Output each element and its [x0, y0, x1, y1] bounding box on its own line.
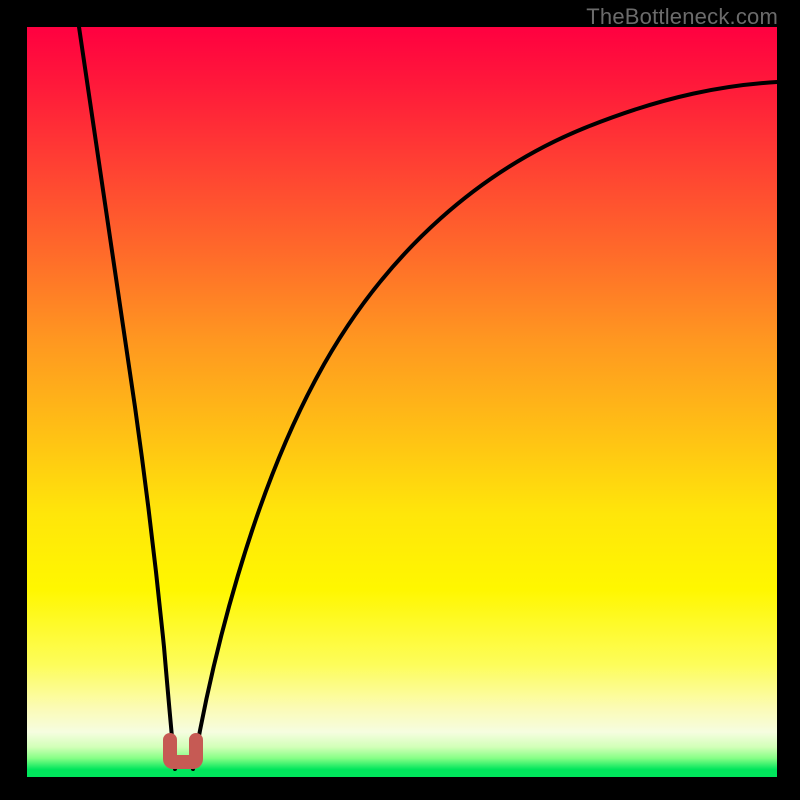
right-curve: [193, 82, 777, 769]
plot-area: [27, 27, 777, 777]
curve-layer: [27, 27, 777, 777]
u-marker-bottom: [163, 755, 203, 769]
chart-frame: TheBottleneck.com: [0, 0, 800, 800]
left-curve: [79, 27, 175, 769]
u-marker: [163, 733, 203, 769]
watermark-text: TheBottleneck.com: [586, 4, 778, 30]
